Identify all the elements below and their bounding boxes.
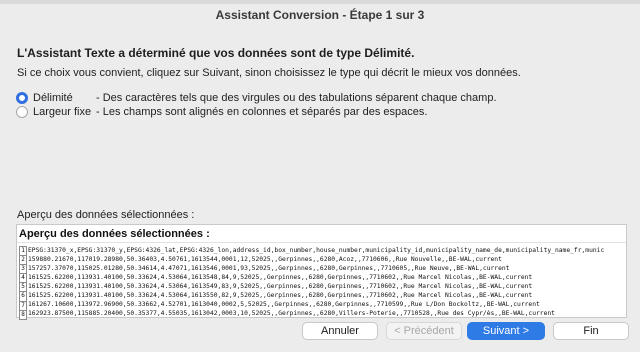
option-fixed-width-description: - Les champs sont alignés en colonnes et…: [96, 106, 428, 118]
preview-row-text: 161525.62200,113931.40100,50.33624,4.530…: [28, 291, 533, 299]
preview-row-text: 161267.10600,113972.96900,50.33662,4.527…: [28, 301, 540, 309]
option-delimited-description: - Des caractères tels que des virgules o…: [96, 92, 497, 104]
preview-row-number: 3: [19, 264, 27, 275]
window-title: Assistant Conversion - Étape 1 sur 3: [215, 8, 425, 22]
preview-row-number: 6: [19, 291, 27, 302]
preview-table: 1 EPSG:31370_x,EPSG:31370_y,EPSG:4326_lat…: [19, 245, 605, 320]
window-top-strip: [0, 0, 640, 4]
preview-row-number: 5: [19, 282, 27, 293]
option-delimited-label[interactable]: Délimité: [33, 92, 96, 104]
preview-row: 6 161525.62200,113931.40100,50.33624,4.53…: [19, 291, 605, 302]
finish-button[interactable]: Fin: [553, 322, 629, 340]
detection-heading: L'Assistant Texte a déterminé que vos do…: [17, 46, 415, 60]
cancel-button[interactable]: Annuler: [302, 322, 378, 340]
radio-fixed-width[interactable]: [16, 106, 28, 118]
preview-row-text: 159880.21670,117019.28980,50.36403,4.507…: [28, 255, 502, 263]
option-fixed-width[interactable]: Largeur fixe - Les champs sont alignés e…: [16, 105, 427, 119]
option-fixed-width-label[interactable]: Largeur fixe: [33, 106, 96, 118]
preview-row-number: 7: [19, 300, 27, 311]
preview-row-number: 8: [19, 309, 27, 320]
preview-row-number: 2: [19, 255, 27, 266]
preview-row: 8 162923.87500,115885.20400,50.35377,4.55…: [19, 309, 605, 320]
preview-row-text: 161525.62200,113931.40100,50.33624,4.530…: [28, 273, 533, 281]
preview-row: 4 161525.62200,113931.40100,50.33624,4.53…: [19, 273, 605, 284]
preview-row: 2 159880.21670,117019.28980,50.36403,4.50…: [19, 255, 605, 266]
preview-row-text: 161525.62200,113931.40100,50.33624,4.530…: [28, 282, 533, 290]
next-button[interactable]: Suivant >: [467, 322, 545, 340]
preview-row-text: EPSG:31370_x,EPSG:31370_y,EPSG:4326_lat,…: [26, 246, 605, 256]
preview-row: 7 161267.10600,113972.96900,50.33662,4.52…: [19, 300, 605, 311]
data-preview-panel[interactable]: Aperçu des données sélectionnées : 1 EPSG…: [16, 224, 627, 320]
preview-caption: Aperçu des données sélectionnées :: [17, 209, 195, 221]
preview-row-number: 1: [19, 245, 27, 257]
preview-row-text: 157257.37070,115025.01280,50.34614,4.470…: [28, 264, 510, 272]
radio-delimited[interactable]: [16, 92, 28, 104]
preview-header: Aperçu des données sélectionnées :: [17, 225, 626, 243]
preview-row-text: 162923.87500,115885.20400,50.35377,4.550…: [28, 310, 555, 318]
preview-row-number: 4: [19, 273, 27, 284]
instruction-text: Si ce choix vous convient, cliquez sur S…: [17, 67, 521, 79]
previous-button: < Précédent: [386, 322, 462, 340]
preview-row: 1 EPSG:31370_x,EPSG:31370_y,EPSG:4326_lat…: [19, 245, 605, 257]
preview-row: 3 157257.37070,115025.01280,50.34614,4.47…: [19, 264, 605, 275]
preview-row: 5 161525.62200,113931.40100,50.33624,4.53…: [19, 282, 605, 293]
option-delimited[interactable]: Délimité - Des caractères tels que des v…: [16, 91, 497, 105]
